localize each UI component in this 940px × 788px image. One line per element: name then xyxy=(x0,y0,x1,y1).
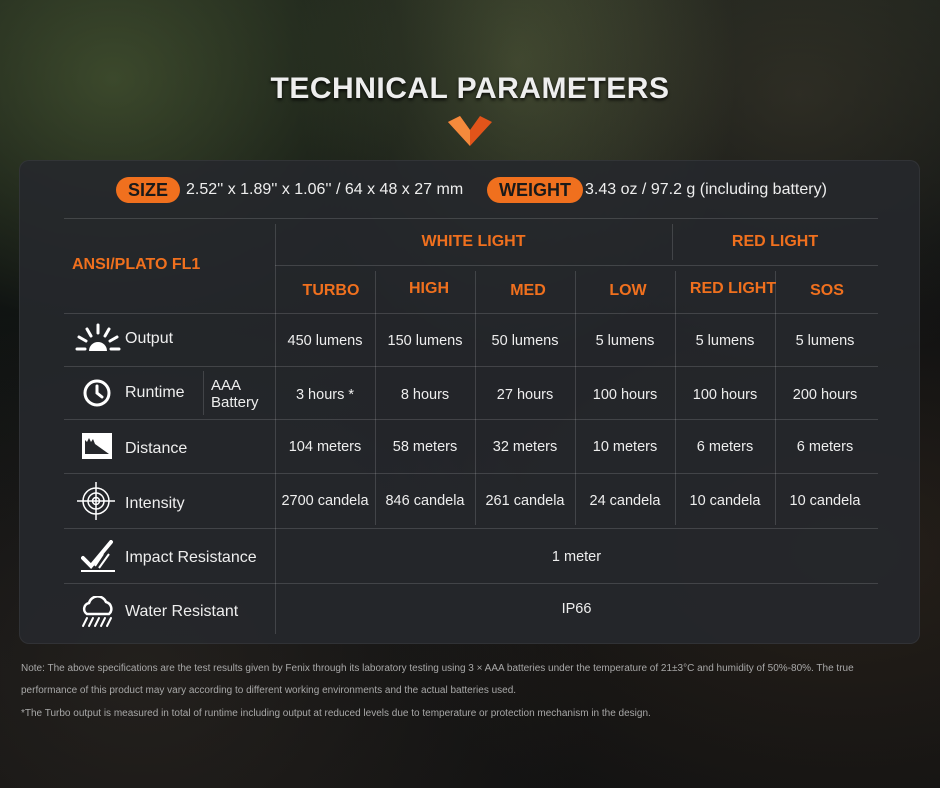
row-label-water: Water Resistant xyxy=(125,603,239,620)
divider xyxy=(64,473,878,474)
battery-line-2: Battery xyxy=(211,394,259,411)
cell-output-sos: 5 lumens xyxy=(795,333,855,349)
sunburst-icon xyxy=(75,323,121,351)
cell-distance-high: 58 meters xyxy=(392,439,458,455)
cell-distance-low: 10 meters xyxy=(592,439,658,455)
cell-impact-value: 1 meter xyxy=(551,549,602,565)
target-icon xyxy=(77,482,115,520)
cell-output-turbo: 450 lumens xyxy=(287,333,363,349)
clock-icon xyxy=(83,379,111,407)
divider xyxy=(275,224,276,634)
mode-red-light: RED LIGHT xyxy=(689,280,777,297)
divider xyxy=(64,218,878,219)
mode-turbo: TURBO xyxy=(302,282,360,299)
row-label-output: Output xyxy=(125,330,174,347)
cell-output-med: 50 lumens xyxy=(491,333,559,349)
distance-icon xyxy=(82,433,112,459)
cell-runtime-high: 8 hours xyxy=(400,387,450,403)
row-label-distance: Distance xyxy=(125,440,188,457)
impact-icon xyxy=(81,540,115,572)
mode-low: LOW xyxy=(609,282,647,299)
cell-distance-med: 32 meters xyxy=(492,439,558,455)
divider xyxy=(275,265,878,266)
cell-output-high: 150 lumens xyxy=(387,333,463,349)
mode-high: HIGH xyxy=(409,280,449,297)
footnote-line-3: *The Turbo output is measured in total o… xyxy=(21,708,651,719)
divider xyxy=(64,583,878,584)
rain-cloud-icon xyxy=(82,596,113,627)
row-label-impact: Impact Resistance xyxy=(125,549,257,566)
cell-distance-sos: 6 meters xyxy=(796,439,854,455)
cell-intensity-red: 10 candela xyxy=(689,493,761,509)
cell-intensity-low: 24 candela xyxy=(589,493,661,509)
row-label-intensity: Intensity xyxy=(125,495,185,512)
cell-runtime-low: 100 hours xyxy=(592,387,658,403)
footnote-line-2: performance of this product may vary acc… xyxy=(21,685,517,696)
cell-output-low: 5 lumens xyxy=(595,333,655,349)
cell-water-value: IP66 xyxy=(561,601,592,617)
cell-distance-red: 6 meters xyxy=(696,439,754,455)
weight-badge: WEIGHT xyxy=(487,177,583,203)
battery-line-1: AAA xyxy=(211,377,242,394)
footnote-line-1: Note: The above specifications are the t… xyxy=(21,663,854,674)
chevron-logo-icon xyxy=(448,116,492,146)
group-white-light: WHITE LIGHT xyxy=(421,233,526,250)
standard-label: ANSI/PLATO FL1 xyxy=(72,256,201,273)
cell-distance-turbo: 104 meters xyxy=(288,439,362,455)
size-value: 2.52'' x 1.89'' x 1.06'' / 64 x 48 x 27 … xyxy=(186,181,464,198)
cell-intensity-med: 261 candela xyxy=(485,493,565,509)
runtime-battery-type: AAA Battery xyxy=(211,377,259,411)
specs-panel: SIZE 2.52'' x 1.89'' x 1.06'' / 64 x 48 … xyxy=(19,160,920,644)
mode-med: MED xyxy=(510,282,546,299)
cell-output-red: 5 lumens xyxy=(695,333,755,349)
divider xyxy=(64,366,878,367)
cell-intensity-high: 846 candela xyxy=(385,493,465,509)
page-title: TECHNICAL PARAMETERS xyxy=(270,72,670,105)
divider xyxy=(64,528,878,529)
divider xyxy=(64,313,878,314)
weight-value: 3.43 oz / 97.2 g (including battery) xyxy=(585,181,827,198)
size-badge: SIZE xyxy=(116,177,181,203)
cell-runtime-sos: 200 hours xyxy=(792,387,858,403)
mode-sos: SOS xyxy=(810,282,844,299)
group-red-light: RED LIGHT xyxy=(731,233,819,250)
row-label-runtime: Runtime xyxy=(125,384,185,401)
divider xyxy=(203,371,204,415)
divider xyxy=(64,419,878,420)
cell-intensity-sos: 10 candela xyxy=(789,493,861,509)
cell-intensity-turbo: 2700 candela xyxy=(281,493,369,509)
cell-runtime-med: 27 hours xyxy=(496,387,554,403)
cell-runtime-red: 100 hours xyxy=(692,387,758,403)
cell-runtime-turbo: 3 hours * xyxy=(295,387,355,403)
